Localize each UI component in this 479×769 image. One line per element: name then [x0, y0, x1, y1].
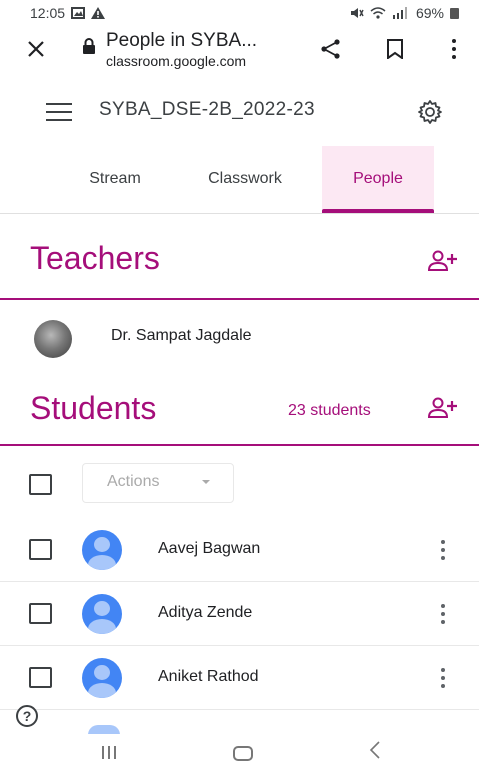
avatar [82, 658, 122, 698]
tab-people[interactable]: People [322, 146, 434, 212]
more-options-icon[interactable] [448, 36, 460, 62]
more-options-icon[interactable] [439, 668, 447, 688]
status-bar: 12:05 69% [0, 0, 479, 26]
active-tab-indicator [322, 209, 434, 213]
gallery-icon [71, 7, 86, 19]
share-icon[interactable] [320, 38, 342, 60]
student-name: Aditya Zende [158, 604, 253, 621]
student-count: 23 students [288, 402, 371, 419]
bookmark-icon[interactable] [386, 39, 404, 59]
students-title: Students [30, 390, 157, 426]
avatar [82, 594, 122, 634]
page-title: People in SYBA... [106, 30, 258, 51]
student-checkbox[interactable] [29, 603, 52, 624]
student-checkbox[interactable] [29, 539, 52, 560]
add-teacher-icon[interactable] [428, 250, 458, 272]
more-options-icon[interactable] [439, 540, 447, 560]
student-name: Aniket Rathod [158, 668, 259, 685]
dropdown-caret-icon [202, 480, 210, 484]
home-icon[interactable] [233, 746, 253, 761]
actions-label: Actions [107, 473, 160, 490]
student-row[interactable]: Aavej Bagwan [0, 518, 479, 582]
battery-icon [450, 7, 459, 19]
tab-classwork[interactable]: Classwork [180, 146, 310, 212]
menu-icon[interactable] [46, 103, 72, 121]
class-title: SYBA_DSE-2B_2022-23 [99, 99, 315, 120]
system-nav-bar [0, 734, 479, 769]
student-name: Aavej Bagwan [158, 540, 261, 557]
teacher-item[interactable]: Dr. Sampat Jagdale [0, 310, 479, 366]
signal-icon [392, 7, 407, 19]
lock-icon [83, 38, 95, 54]
page-url: classroom.google.com [106, 53, 247, 69]
select-all-checkbox[interactable] [29, 474, 52, 495]
avatar [82, 530, 122, 570]
teacher-name: Dr. Sampat Jagdale [111, 327, 252, 344]
back-icon[interactable] [369, 740, 381, 760]
browser-toolbar: People in SYBA... classroom.google.com [0, 26, 479, 76]
teachers-header: Teachers [0, 218, 479, 300]
recents-icon[interactable] [102, 746, 116, 759]
mute-icon [350, 8, 364, 18]
app-header: SYBA_DSE-2B_2022-23 [0, 88, 479, 138]
add-student-icon[interactable] [428, 397, 458, 419]
more-options-icon[interactable] [439, 604, 447, 624]
students-header: Students 23 students [0, 378, 479, 446]
help-icon[interactable]: ? [16, 705, 38, 727]
tab-stream[interactable]: Stream [62, 146, 168, 212]
teachers-title: Teachers [30, 240, 160, 276]
address-bar[interactable]: People in SYBA... classroom.google.com [106, 29, 257, 69]
actions-dropdown[interactable]: Actions [82, 463, 234, 503]
avatar [34, 320, 72, 358]
bulk-actions-row: Actions [0, 459, 479, 509]
alert-icon [91, 7, 106, 19]
tab-bar: Stream Classwork People [0, 146, 479, 214]
student-checkbox[interactable] [29, 667, 52, 688]
student-row[interactable]: Aniket Rathod [0, 646, 479, 710]
close-icon [28, 41, 44, 57]
battery-percent: 69% [415, 5, 444, 21]
wifi-icon [370, 7, 386, 19]
gear-icon[interactable] [417, 99, 443, 125]
student-row[interactable]: Aditya Zende [0, 582, 479, 646]
status-time: 12:05 [30, 5, 66, 21]
close-button[interactable] [24, 36, 48, 62]
